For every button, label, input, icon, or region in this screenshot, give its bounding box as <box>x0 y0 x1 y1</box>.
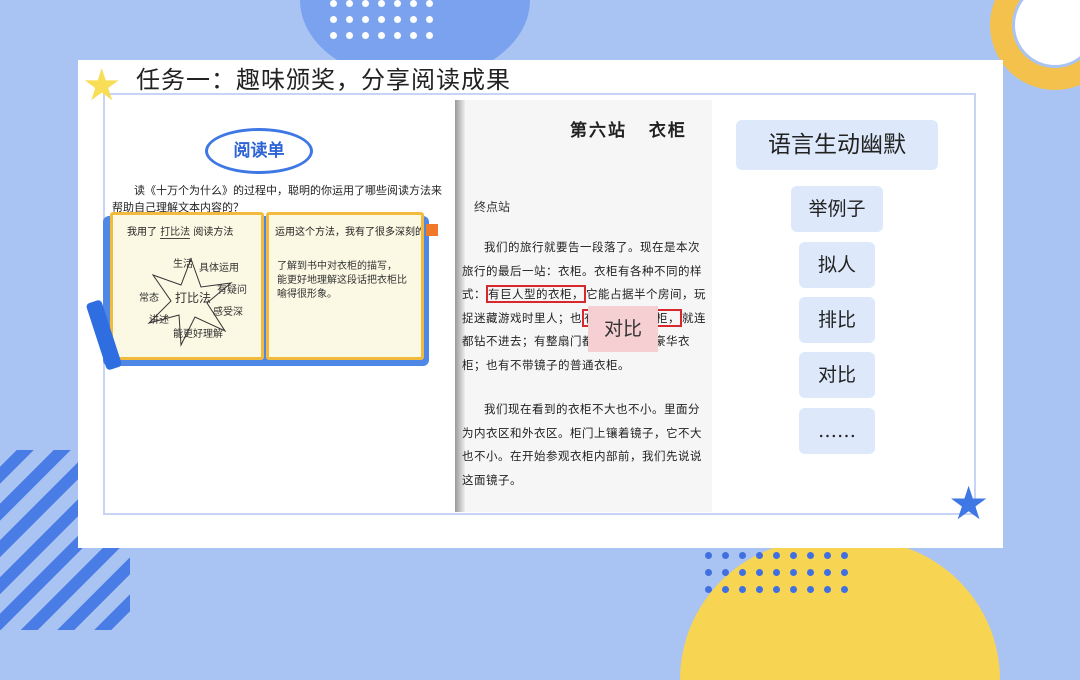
mind-map-word: 常态 <box>139 293 159 304</box>
highlight-box-giant: 有巨人型的衣柜， <box>486 285 586 303</box>
mind-map-word: 具体运用 <box>199 263 239 274</box>
book-bookmark <box>426 224 438 236</box>
handwritten-line: 了解到书中对衣柜的描写， <box>277 261 397 272</box>
method-suffix: 阅读方法 <box>193 227 234 238</box>
handwritten-line: 喻得很形象。 <box>277 289 337 300</box>
para1-text: 人；也 <box>546 310 582 325</box>
mind-map-word: 生活 <box>173 259 193 270</box>
compare-label: 对比 <box>588 306 658 352</box>
slide-title: 任务一：趣味颁奖，分享阅读成果 <box>136 66 511 94</box>
para1-text: 就连 <box>682 310 706 325</box>
textbook-heading: 第六站 衣柜 <box>570 116 687 141</box>
mind-map-word: 有疑问 <box>217 285 247 296</box>
mind-map-word: 讲述 <box>149 315 169 326</box>
method-prefix: 我用了 <box>127 227 157 238</box>
textbook-paragraph-2: 我们现在看到的衣柜不大也不小。里面分为内衣区和外衣区。柜门上镶着镜子，它不大也不… <box>462 402 702 487</box>
top-dot-pattern <box>330 0 433 39</box>
book-left-page: 我用了 打比法 阅读方法 打比法 生活 具体运用 有疑问 感受深 常态 讲述 能… <box>110 212 264 360</box>
station-label: 第六站 <box>570 121 627 141</box>
mind-map-word: 感受深 <box>213 307 243 318</box>
technique-parallelism: 排比 <box>799 297 875 343</box>
textbook-paragraph-1: 我们的旅行就要告一段落了。现在是本次旅行的最后一站：衣柜。衣柜有各种不同的样式：… <box>462 236 706 377</box>
reading-sheet-heading: 阅读单 <box>205 128 313 174</box>
mind-map-word: 能更好理解 <box>173 329 223 340</box>
reading-sheet-question: 读《十万个为什么》的过程中，聪明的你运用了哪些阅读方法来帮助自己理解文本内容的？ <box>112 184 442 214</box>
star-icon: ★ <box>82 60 122 111</box>
method-handwritten: 打比法 <box>160 227 191 239</box>
bottom-dot-pattern <box>705 552 848 593</box>
technique-more: …… <box>799 408 875 454</box>
technique-personification: 拟人 <box>799 242 875 288</box>
technique-example: 举例子 <box>791 186 883 232</box>
textbook-subtitle: 终点站 <box>474 200 511 214</box>
star-icon-blue: ★ <box>948 476 990 530</box>
technique-main: 语言生动幽默 <box>736 120 938 170</box>
right-page-prompt: 运用这个方法，我有了很多深刻的理 <box>275 227 421 238</box>
method-line: 我用了 打比法 阅读方法 <box>127 223 234 239</box>
book-right-page: 运用这个方法，我有了很多深刻的理 了解到书中对衣柜的描写， 能更好地理解这段话把… <box>266 212 424 360</box>
mind-map-center: 打比法 <box>175 291 212 305</box>
location-label: 衣柜 <box>648 121 687 141</box>
technique-contrast: 对比 <box>799 352 875 398</box>
handwritten-line: 能更好地理解这段话把衣柜比 <box>277 275 407 286</box>
